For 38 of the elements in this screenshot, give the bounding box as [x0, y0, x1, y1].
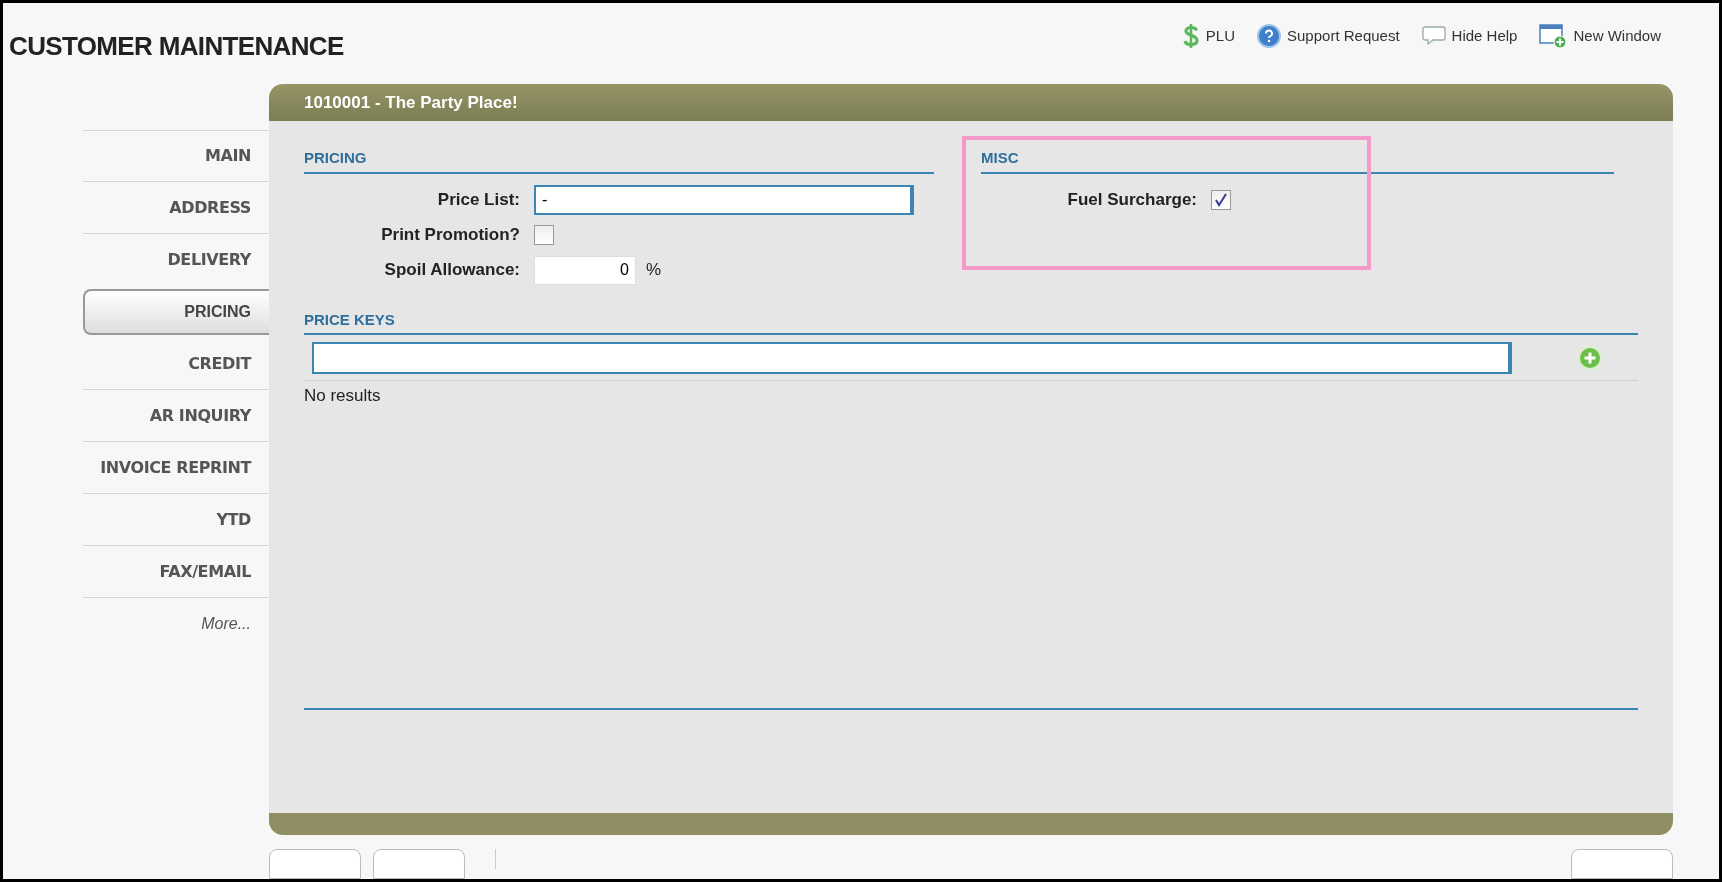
add-icon[interactable] [1578, 345, 1602, 370]
checkbox[interactable] [534, 225, 554, 245]
field-label: Print Promotion? [380, 224, 521, 247]
nav-item[interactable]: YTD [83, 507, 269, 532]
nav-item[interactable]: CREDIT [83, 351, 269, 376]
nav-item[interactable]: FAX/EMAIL [83, 559, 269, 584]
price-key-search-field[interactable] [312, 341, 1512, 374]
checkbox[interactable] [1211, 190, 1231, 210]
nav-item[interactable]: ADDRESS [83, 195, 269, 220]
footer-button[interactable] [1571, 849, 1673, 879]
empty-message: No results [304, 385, 382, 407]
panel-title-bar: 1010001 - The Party Place! [269, 84, 1673, 121]
nav-tab[interactable]: PRICING [83, 289, 269, 335]
nav-item[interactable]: AR INQUIRY [83, 403, 269, 428]
page-title: CUSTOMER MAINTENANCE [9, 30, 344, 63]
section-heading: PRICING [304, 147, 934, 174]
new-window-icon [1539, 23, 1568, 49]
price-list-field[interactable]: - [534, 185, 914, 215]
number-field[interactable]: 0 [534, 255, 636, 285]
nav-item[interactable]: INVOICE REPRINT [83, 455, 269, 480]
section-heading: MISC [981, 147, 1614, 174]
nav-item[interactable]: DELIVERY [83, 248, 269, 272]
toolbar-link[interactable]: Support Request [1257, 24, 1400, 48]
section-heading: PRICE KEYS [304, 308, 1638, 335]
footer-button[interactable] [269, 849, 361, 879]
toolbar-link[interactable]: New Window [1539, 23, 1661, 49]
field-label: Fuel Surcharge: [1066, 189, 1198, 212]
nav-item[interactable]: MAIN [83, 144, 269, 168]
field-label: Spoil Allowance: [383, 259, 521, 282]
speech-bubble-icon [1421, 25, 1446, 47]
nav-item[interactable]: More... [83, 612, 269, 636]
field-label: Price List: [436, 189, 521, 212]
toolbar-link[interactable]: PLU [1181, 23, 1235, 49]
unit-label: % [646, 259, 662, 282]
footer-button[interactable] [373, 849, 465, 879]
help-icon [1257, 24, 1281, 48]
toolbar-link[interactable]: Hide Help [1421, 24, 1518, 48]
dollar-icon [1181, 23, 1200, 49]
